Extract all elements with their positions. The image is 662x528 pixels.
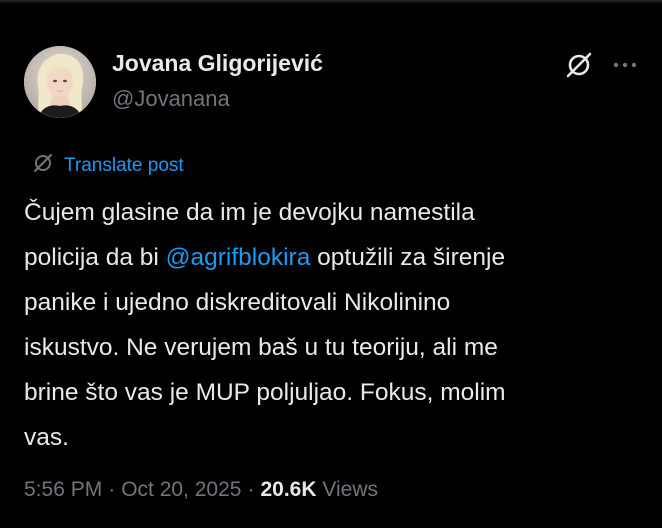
top-border — [0, 0, 662, 4]
post-line: policija da bi @agrifblokira optužili za… — [24, 235, 649, 280]
post-line: Čujem glasine da im je devojku namestila — [24, 199, 475, 226]
views-count: 20.6K — [260, 478, 317, 501]
meta-separator: · — [108, 478, 116, 501]
translate-label: Translate post — [64, 154, 184, 176]
meta-separator: · — [247, 478, 255, 501]
post-meta: 5:56 PM · Oct 20, 2025 · 20.6K Views — [24, 478, 378, 502]
post-text: Čujem glasine da im je devojku namestila… — [24, 190, 649, 460]
globe-slash-icon — [32, 152, 54, 179]
views-label: Views — [322, 478, 378, 501]
post-line: iskustvo. Ne verujem baš u tu teoriju, a… — [24, 334, 498, 361]
post-line: vas. — [24, 424, 69, 451]
post-date[interactable]: Oct 20, 2025 — [121, 478, 241, 501]
post-line: brine što vas je MUP poljuljao. Fokus, m… — [24, 379, 506, 406]
post-text-segment: policija da bi — [24, 244, 166, 271]
tweet-card: Jovana Gligorijević @Jovanana Translate … — [0, 0, 662, 528]
post-line: panike i ujedno diskreditovali Nikolinin… — [24, 289, 451, 316]
post-text-segment: optužili za širenje — [310, 244, 506, 271]
mention-link[interactable]: @agrifblokira — [166, 244, 311, 271]
more-icon[interactable] — [610, 50, 640, 80]
grok-icon[interactable] — [564, 50, 594, 80]
translate-post-link[interactable]: Translate post — [32, 152, 184, 179]
avatar[interactable] — [24, 46, 96, 118]
author-name[interactable]: Jovana Gligorijević — [112, 50, 323, 77]
author-handle[interactable]: @Jovanana — [112, 86, 230, 112]
post-time[interactable]: 5:56 PM — [24, 478, 102, 501]
